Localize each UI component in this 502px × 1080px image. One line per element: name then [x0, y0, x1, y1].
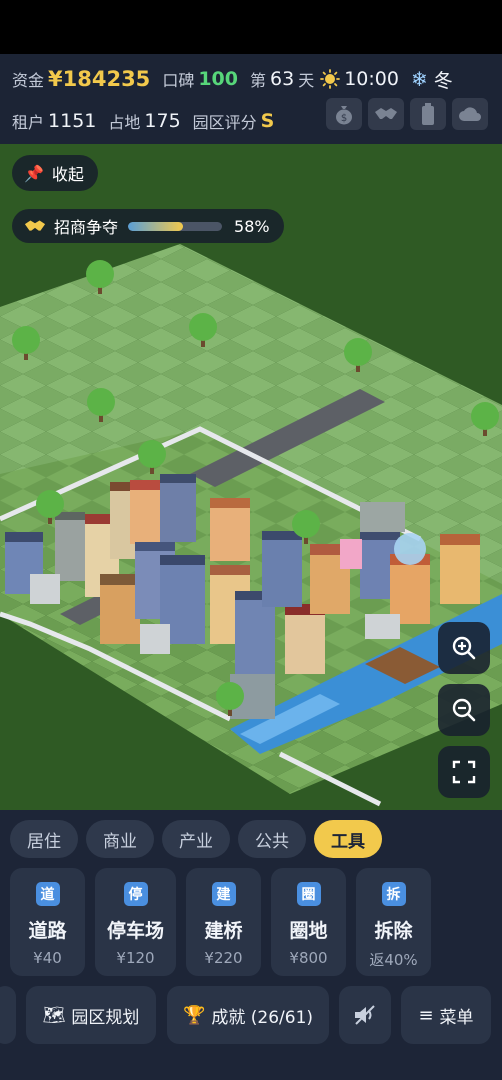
day-suffix: 天 — [298, 71, 315, 90]
tool-name: 停车场 — [106, 920, 164, 942]
zoom-in-button[interactable] — [438, 622, 490, 674]
battery-icon[interactable] — [410, 98, 446, 130]
day-prefix: 第 — [250, 71, 267, 90]
bidding-percent: 58% — [234, 216, 270, 236]
handshake-icon — [24, 220, 46, 231]
land-label: 占地 — [108, 113, 141, 132]
map-icon: 🗺 — [42, 1004, 66, 1026]
tenants-value: 1151 — [48, 110, 97, 132]
tool-bridge[interactable]: 建 建桥 ¥220 — [186, 868, 261, 976]
tool-name: 拆除 — [374, 920, 413, 942]
bidding-progress-fill — [128, 221, 183, 231]
tool-cost: 返40% — [369, 951, 418, 969]
speaker-icon — [355, 1005, 375, 1025]
achievements-button[interactable]: 🏆 成就 (26/61) — [167, 986, 329, 1044]
snowflake-icon: ❄ — [410, 67, 428, 91]
collapse-button[interactable]: 📌 收起 — [12, 155, 98, 191]
tool-cost: ¥220 — [204, 949, 243, 967]
bidding-progress-pill[interactable]: 招商争夺 58% — [12, 209, 284, 243]
sound-toggle-button[interactable] — [339, 986, 391, 1044]
stats-row-1: 资金 ¥184235 口碑 100 第 63 天 10:00 ❄ 冬 — [0, 60, 502, 98]
menu-label: 菜单 — [439, 1007, 474, 1028]
enclose-icon: 圈 — [296, 882, 321, 906]
funds-value: ¥184235 — [48, 67, 151, 91]
tenants-label: 租户 — [12, 113, 45, 132]
tab-industry[interactable]: 产业 — [162, 820, 230, 858]
day-value: 63 — [270, 68, 295, 90]
tool-name: 道路 — [28, 920, 67, 942]
tool-name: 圈地 — [289, 920, 328, 942]
fullscreen-icon — [452, 760, 476, 784]
tab-public[interactable]: 公共 — [238, 820, 306, 858]
parking-icon: 停 — [123, 882, 148, 906]
game-map[interactable]: 📌 收起 招商争夺 58% — [0, 144, 502, 810]
park-plan-button[interactable]: 🗺 园区规划 — [26, 986, 156, 1044]
collapse-label: 收起 — [51, 165, 84, 184]
tool-demolish[interactable]: 拆 拆除 返40% — [356, 868, 431, 976]
trophy-icon: 🏆 — [182, 1004, 206, 1026]
sun-icon — [320, 69, 341, 89]
reputation-label: 口碑 — [162, 71, 195, 90]
stats-header: 资金 ¥184235 口碑 100 第 63 天 10:00 ❄ 冬 租户 11… — [0, 54, 502, 144]
category-tabs: 居住 商业 产业 公共 工具 — [10, 820, 382, 858]
status-bar-area — [0, 0, 502, 54]
money-bag-icon[interactable]: $ — [326, 98, 362, 130]
time-value: 10:00 — [344, 68, 399, 90]
tab-commercial[interactable]: 商业 — [86, 820, 154, 858]
park-plan-label: 园区规划 — [71, 1007, 140, 1028]
tool-road[interactable]: 道 道路 ¥40 — [10, 868, 85, 976]
tab-tools[interactable]: 工具 — [314, 820, 382, 858]
tool-cost: ¥40 — [33, 949, 62, 967]
zoom-out-button[interactable] — [438, 684, 490, 736]
zoom-out-icon — [452, 698, 476, 722]
fullscreen-button[interactable] — [438, 746, 490, 798]
tool-enclose[interactable]: 圈 圈地 ¥800 — [271, 868, 346, 976]
bottom-actions: 🗺 园区规划 🏆 成就 (26/61) ≡ 菜单 — [0, 976, 502, 1056]
tab-residential[interactable]: 居住 — [10, 820, 78, 858]
tool-parking[interactable]: 停 停车场 ¥120 — [95, 868, 176, 976]
bidding-progress-bar — [128, 221, 223, 231]
bridge-icon: 建 — [211, 882, 236, 906]
rating-label: 园区评分 — [192, 113, 257, 132]
quick-icons: $ — [326, 98, 488, 130]
funds-label: 资金 — [12, 71, 45, 90]
achievements-label: 成就 (26/61) — [211, 1007, 314, 1028]
tool-cost: ¥120 — [116, 949, 155, 967]
reputation-value: 100 — [198, 68, 238, 90]
rating-value: S — [260, 110, 275, 132]
tool-name: 建桥 — [204, 920, 243, 942]
pin-icon: 📌 — [24, 163, 44, 183]
season-value: 冬 — [433, 69, 453, 92]
land-value: 175 — [144, 110, 181, 132]
cloud-icon[interactable] — [452, 98, 488, 130]
handshake-icon[interactable] — [368, 98, 404, 130]
tool-cost: ¥800 — [289, 949, 328, 967]
zoom-in-icon — [452, 636, 476, 660]
demolish-icon: 拆 — [381, 882, 406, 906]
isometric-park-view[interactable] — [0, 144, 502, 810]
road-icon: 道 — [35, 882, 60, 906]
menu-button[interactable]: ≡ 菜单 — [401, 986, 491, 1044]
scroll-left-stub[interactable] — [0, 986, 16, 1044]
bidding-label: 招商争夺 — [54, 218, 119, 237]
svg-text:$: $ — [341, 113, 347, 124]
tool-list: 道 道路 ¥40 停 停车场 ¥120 建 建桥 ¥220 圈 圈地 ¥800 … — [10, 868, 431, 976]
hamburger-icon: ≡ — [418, 1004, 434, 1026]
